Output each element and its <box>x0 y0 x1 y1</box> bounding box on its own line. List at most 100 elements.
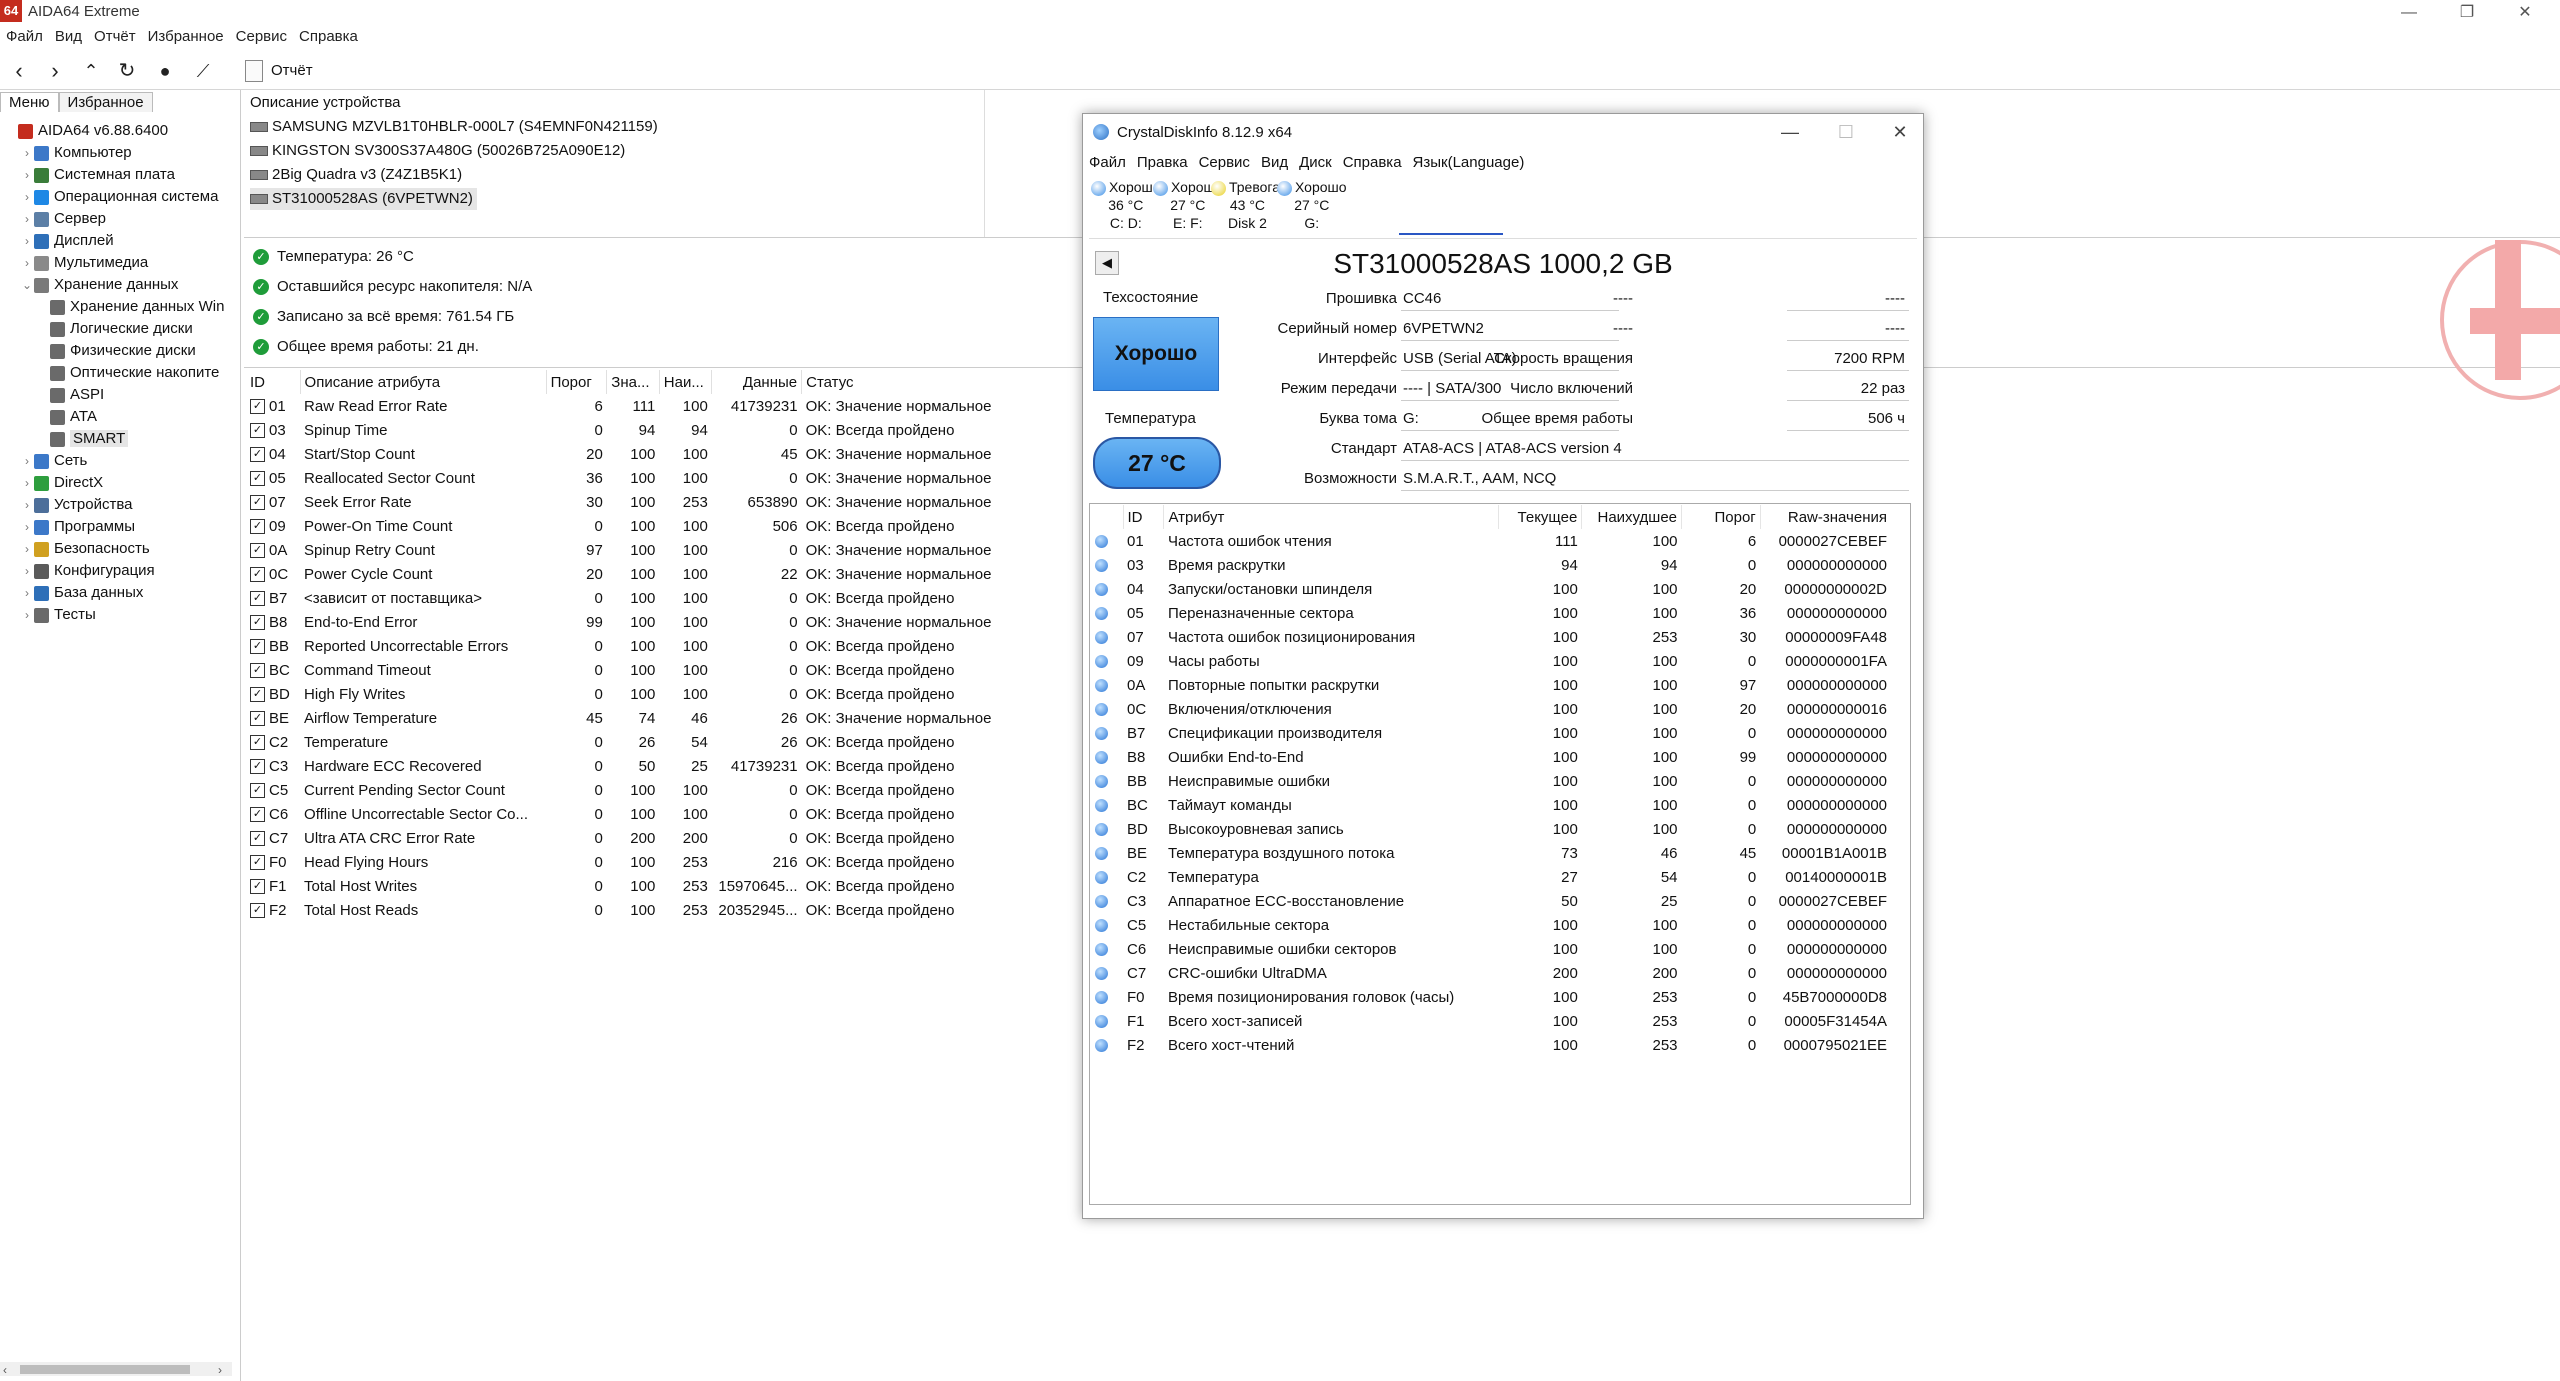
tree-expander-icon[interactable]: › <box>20 252 34 274</box>
cdi-attribute-row[interactable]: 05 Переназначенные сектора 100 100 36 0000000… <box>1091 601 1891 625</box>
smart-row[interactable]: ✓ BC Command Timeout 0 100 100 0 OK: Всегда про… <box>246 658 1006 682</box>
device-item[interactable]: 2Big Quadra v3 (Z4Z1B5K1) <box>250 164 462 186</box>
col-threshold[interactable]: Порог <box>546 370 608 394</box>
cdi-attribute-row[interactable]: 09 Часы работы 100 100 0 0000000001FA <box>1091 649 1891 673</box>
tree-item[interactable]: › Безопасность <box>0 538 240 560</box>
tree-item[interactable]: SMART <box>0 428 240 450</box>
cdi-attribute-row[interactable]: C5 Нестабильные сектора 100 100 0 00000000000… <box>1091 913 1891 937</box>
drive-status-item[interactable]: Хорошо 27 °C G: <box>1277 178 1347 232</box>
smart-row[interactable]: ✓ 03 Spinup Time 0 94 94 0 OK: Всегда пройдено <box>246 418 1006 442</box>
cdi-maximize-button[interactable]: ☐ <box>1829 118 1863 146</box>
smart-row[interactable]: ✓ BD High Fly Writes 0 100 100 0 OK: Всегда про… <box>246 682 1006 706</box>
chart-icon[interactable]: ⟋ <box>188 56 218 86</box>
menu-favorites[interactable]: Избранное <box>148 28 224 45</box>
menu-help[interactable]: Справка <box>299 28 358 45</box>
cdi-attribute-row[interactable]: BC Таймаут команды 100 100 0 000000000000 <box>1091 793 1891 817</box>
col-data[interactable]: Данные <box>711 370 803 394</box>
drive-status-item[interactable]: Тревога! 43 °C Disk 2 <box>1211 178 1284 232</box>
health-status-button[interactable]: Хорошо <box>1093 317 1219 391</box>
tree-expander-icon[interactable]: › <box>20 604 34 626</box>
tree-expander-icon[interactable]: › <box>20 164 34 186</box>
tree-item[interactable]: › Тесты <box>0 604 240 626</box>
tree-item[interactable]: › DirectX <box>0 472 240 494</box>
checkbox-icon[interactable]: ✓ <box>250 903 265 919</box>
smart-row[interactable]: ✓ 07 Seek Error Rate 30 100 253 653890 OK: Знач… <box>246 490 1006 514</box>
cdi-col-raw[interactable]: Raw-значения <box>1760 505 1891 529</box>
cdi-menu-disk[interactable]: Диск <box>1299 154 1332 171</box>
device-item[interactable]: KINGSTON SV300S37A480G (50026B725A090E12… <box>250 140 625 162</box>
checkbox-icon[interactable]: ✓ <box>250 663 265 679</box>
temperature-button[interactable]: 27 °C <box>1093 437 1221 489</box>
cdi-attribute-row[interactable]: BE Температура воздушного потока 73 46 45 000… <box>1091 841 1891 865</box>
checkbox-icon[interactable]: ✓ <box>250 783 265 799</box>
tree-item[interactable]: › Сервер <box>0 208 240 230</box>
checkbox-icon[interactable]: ✓ <box>250 615 265 631</box>
smart-row[interactable]: ✓ 0A Spinup Retry Count 97 100 100 0 OK: Значен… <box>246 538 1006 562</box>
smart-row[interactable]: ✓ BB Reported Uncorrectable Errors 0 100 100 0… <box>246 634 1006 658</box>
smart-row[interactable]: ✓ C2 Temperature 0 26 54 26 OK: Всегда пройдено <box>246 730 1006 754</box>
tree-item[interactable]: Логические диски <box>0 318 240 340</box>
cdi-attribute-row[interactable]: 0A Повторные попытки раскрутки 100 100 97 000… <box>1091 673 1891 697</box>
tree-item[interactable]: Оптические накопите <box>0 362 240 384</box>
cdi-attribute-row[interactable]: C3 Аппаратное ECC-восстановление 50 25 0 0000… <box>1091 889 1891 913</box>
smart-row[interactable]: ✓ C6 Offline Uncorrectable Sector Co... 0 10… <box>246 802 1006 826</box>
col-description[interactable]: Описание атрибута <box>300 370 547 394</box>
tree-expander-icon[interactable]: › <box>20 186 34 208</box>
smart-row[interactable]: ✓ F0 Head Flying Hours 0 100 253 216 OK: Всегда… <box>246 850 1006 874</box>
menu-service[interactable]: Сервис <box>236 28 287 45</box>
checkbox-icon[interactable]: ✓ <box>250 543 265 559</box>
smart-row[interactable]: ✓ 09 Power-On Time Count 0 100 100 506 OK: Всег… <box>246 514 1006 538</box>
device-item[interactable]: SAMSUNG MZVLB1T0HBLR-000L7 (S4EMNF0N4211… <box>250 116 658 138</box>
cdi-col-status[interactable] <box>1091 505 1124 529</box>
checkbox-icon[interactable]: ✓ <box>250 855 265 871</box>
tab-menu[interactable]: Меню <box>0 92 59 112</box>
checkbox-icon[interactable]: ✓ <box>250 399 265 415</box>
checkbox-icon[interactable]: ✓ <box>250 591 265 607</box>
tree-item[interactable]: Физические диски <box>0 340 240 362</box>
cdi-attribute-row[interactable]: F1 Всего хост-записей 100 253 0 00005F31454A <box>1091 1009 1891 1033</box>
checkbox-icon[interactable]: ✓ <box>250 639 265 655</box>
tree-item[interactable]: Хранение данных Win <box>0 296 240 318</box>
checkbox-icon[interactable]: ✓ <box>250 831 265 847</box>
menu-report[interactable]: Отчёт <box>94 28 136 45</box>
user-icon[interactable]: ● <box>150 56 180 86</box>
cdi-attribute-row[interactable]: 04 Запуски/остановки шпинделя 100 100 20 0000… <box>1091 577 1891 601</box>
cdi-attribute-row[interactable]: 07 Частота ошибок позиционирования 100 253 3… <box>1091 625 1891 649</box>
cdi-col-threshold[interactable]: Порог <box>1681 505 1761 529</box>
scroll-right-icon[interactable]: › <box>218 1363 222 1377</box>
smart-row[interactable]: ✓ B8 End-to-End Error 99 100 100 0 OK: Значение… <box>246 610 1006 634</box>
cdi-col-worst[interactable]: Наихудшее <box>1581 505 1683 529</box>
previous-drive-icon[interactable]: ◀ <box>1095 251 1119 275</box>
cdi-attribute-row[interactable]: BD Высокоуровневая запись 100 100 0 000000000… <box>1091 817 1891 841</box>
smart-row[interactable]: ✓ C3 Hardware ECC Recovered 0 50 25 41739231 OK… <box>246 754 1006 778</box>
checkbox-icon[interactable]: ✓ <box>250 423 265 439</box>
smart-row[interactable]: ✓ BE Airflow Temperature 45 74 46 26 OK: Значен… <box>246 706 1006 730</box>
tree-item[interactable]: ⌄ Хранение данных <box>0 274 240 296</box>
checkbox-icon[interactable]: ✓ <box>250 447 265 463</box>
cdi-col-attribute[interactable]: Атрибут <box>1163 505 1500 529</box>
tree-item[interactable]: › База данных <box>0 582 240 604</box>
tree-item[interactable]: ATA <box>0 406 240 428</box>
tree-item[interactable]: › Устройства <box>0 494 240 516</box>
cdi-attribute-row[interactable]: BB Неисправимые ошибки 100 100 0 000000000000 <box>1091 769 1891 793</box>
menu-view[interactable]: Вид <box>55 28 82 45</box>
col-status[interactable]: Статус <box>802 370 1006 394</box>
checkbox-icon[interactable]: ✓ <box>250 735 265 751</box>
up-icon[interactable]: ⌃ <box>76 56 106 86</box>
cdi-col-current[interactable]: Текущее <box>1498 505 1583 529</box>
tree-item[interactable]: AIDA64 v6.88.6400 <box>0 120 240 142</box>
checkbox-icon[interactable]: ✓ <box>250 471 265 487</box>
cdi-attribute-row[interactable]: B7 Спецификации производителя 100 100 0 00000… <box>1091 721 1891 745</box>
tree-expander-icon[interactable]: › <box>20 582 34 604</box>
tree-item[interactable]: › Конфигурация <box>0 560 240 582</box>
col-worst[interactable]: Наи... <box>659 370 713 394</box>
scroll-left-icon[interactable]: ‹ <box>3 1363 7 1377</box>
checkbox-icon[interactable]: ✓ <box>250 519 265 535</box>
tree-expander-icon[interactable]: › <box>20 230 34 252</box>
tree-expander-icon[interactable]: › <box>20 208 34 230</box>
cdi-menu-file[interactable]: Файл <box>1089 154 1126 171</box>
drive-status-item[interactable]: Хорошо 36 °C C: D: <box>1091 178 1161 232</box>
smart-row[interactable]: ✓ B7 <зависит от поставщика> 0 100 100 0 OK: Вс… <box>246 586 1006 610</box>
cdi-attribute-row[interactable]: C6 Неисправимые ошибки секторов 100 100 0 000… <box>1091 937 1891 961</box>
tree-item[interactable]: › Системная плата <box>0 164 240 186</box>
